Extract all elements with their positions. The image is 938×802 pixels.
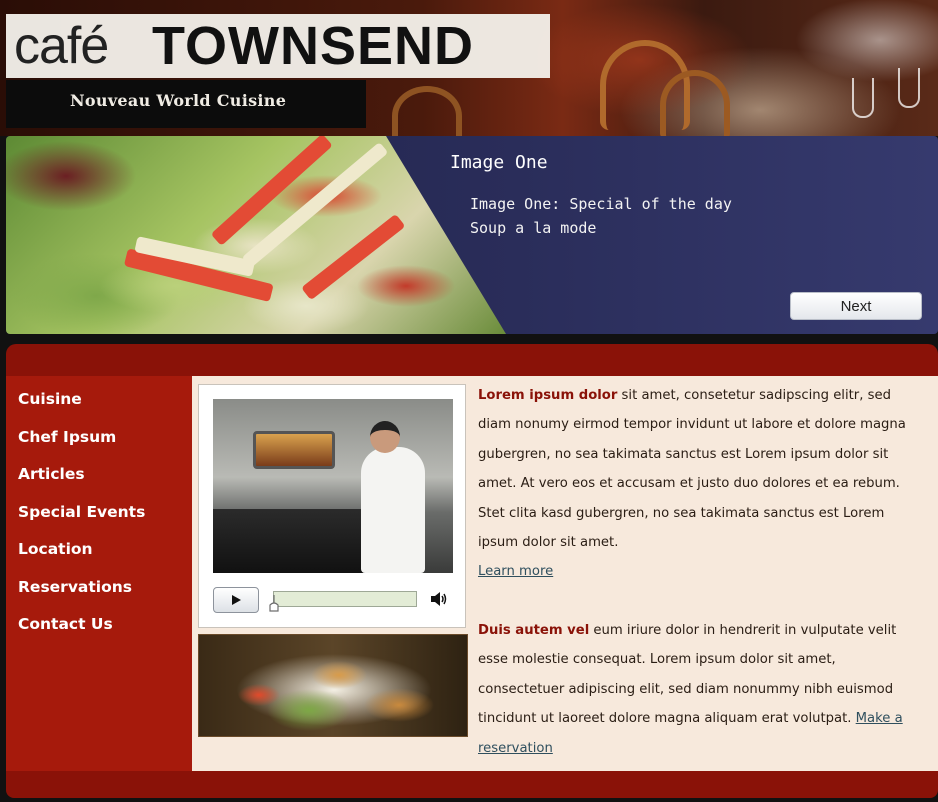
nav-item-location[interactable]: Location [18, 540, 145, 578]
site-header: café TOWNSEND Nouveau World Cuisine [0, 0, 938, 146]
article-lead: Lorem ipsum dolor [478, 388, 618, 403]
salad-image [6, 136, 506, 334]
nav-menu: Cuisine Chef Ipsum Articles Special Even… [18, 390, 145, 653]
video-controls [213, 585, 453, 615]
content-frame-top [6, 344, 938, 376]
nav-item-contact-us[interactable]: Contact Us [18, 615, 145, 653]
logo-name: TOWNSEND [152, 16, 475, 76]
video-player [198, 384, 466, 628]
content-frame-bottom [6, 771, 938, 798]
tagline: Nouveau World Cuisine [70, 91, 287, 110]
scrub-handle[interactable] [269, 595, 279, 613]
kitchen-counter [213, 509, 363, 573]
article-lead: Duis autem vel [478, 623, 590, 638]
slideshow: Image One Image One: Special of the day … [6, 136, 938, 334]
pizza-oven [253, 431, 335, 469]
nav-item-chef-ipsum[interactable]: Chef Ipsum [18, 428, 145, 466]
wine-glass [852, 78, 874, 118]
sidebar: Cuisine Chef Ipsum Articles Special Even… [6, 376, 192, 771]
restaurant-chair [660, 70, 730, 140]
chef-figure [361, 447, 425, 573]
play-icon [232, 595, 241, 605]
article-intro: Lorem ipsum dolor sit amet, consetetur s… [478, 381, 922, 587]
article-reservations: Duis autem vel eum iriure dolor in hendr… [478, 616, 922, 763]
slide-title: Image One [450, 152, 548, 173]
play-button[interactable] [213, 587, 259, 613]
volume-icon[interactable] [429, 590, 449, 608]
learn-more-link[interactable]: Learn more [478, 564, 553, 579]
article-body: sit amet, consetetur sadipscing elitr, s… [478, 388, 906, 551]
article-body: eum iriure dolor in hendrerit in vulputa… [478, 623, 897, 727]
nav-item-reservations[interactable]: Reservations [18, 578, 145, 616]
chef-head [370, 421, 400, 453]
slide-caption: Image One: Special of the day Soup a la … [470, 195, 732, 237]
nav-item-articles[interactable]: Articles [18, 465, 145, 503]
nav-item-cuisine[interactable]: Cuisine [18, 390, 145, 428]
progress-bar[interactable] [273, 591, 417, 607]
apple-slice [210, 136, 333, 246]
logo-cafe: café [14, 17, 109, 75]
salad-photo [198, 634, 468, 737]
video-frame[interactable] [213, 399, 453, 573]
wine-glass [898, 68, 920, 108]
apple-slice [301, 213, 406, 301]
nav-item-special-events[interactable]: Special Events [18, 503, 145, 541]
next-button[interactable]: Next [790, 292, 922, 320]
